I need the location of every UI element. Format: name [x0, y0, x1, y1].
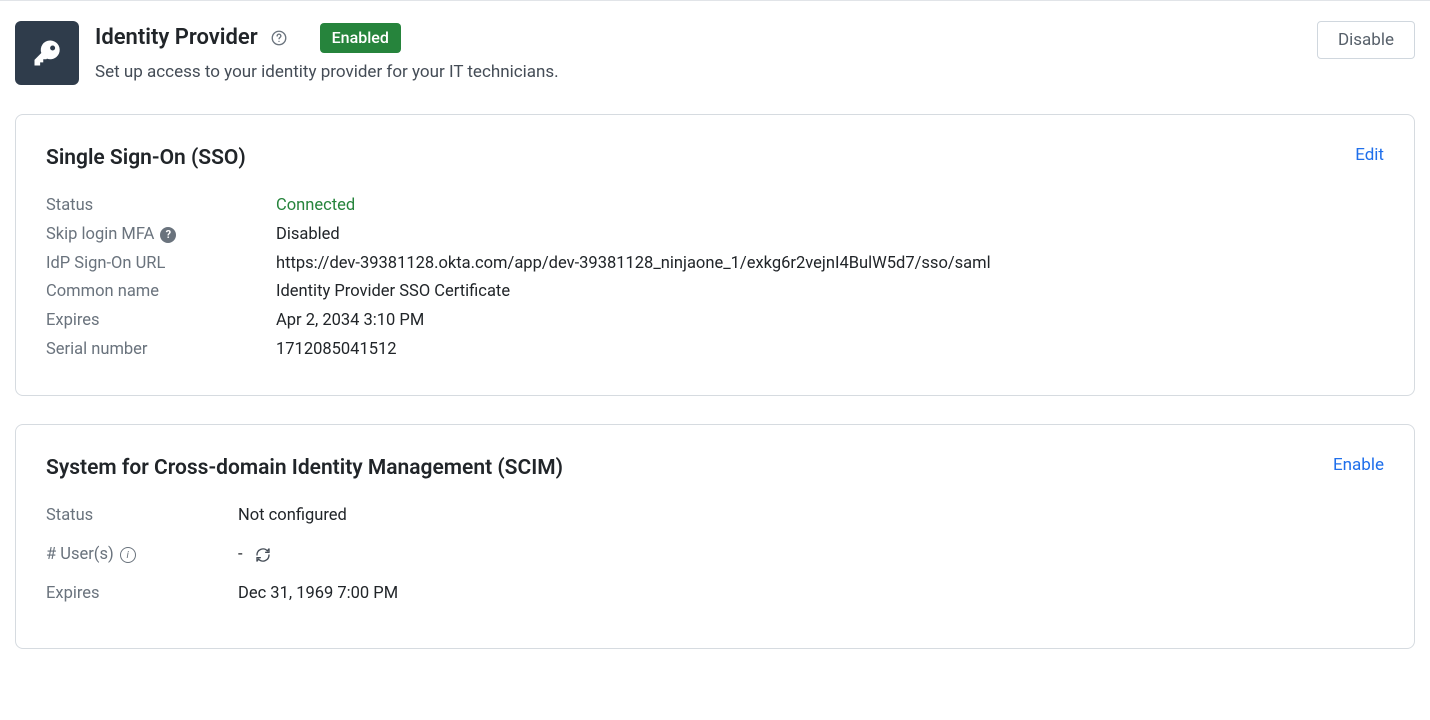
scim-expires-value: Dec 31, 1969 7:00 PM	[238, 582, 398, 607]
sso-expires-value: Apr 2, 2034 3:10 PM	[276, 309, 424, 334]
enable-link[interactable]: Enable	[1333, 453, 1384, 479]
sso-skipmfa-label: Skip login MFA ?	[46, 223, 276, 248]
scim-users-label: # User(s) i	[46, 543, 238, 568]
disable-button[interactable]: Disable	[1317, 21, 1415, 59]
refresh-icon[interactable]	[255, 547, 271, 563]
sso-cn-value: Identity Provider SSO Certificate	[276, 280, 510, 305]
scim-status-label: Status	[46, 504, 238, 529]
help-icon[interactable]	[270, 29, 288, 47]
scim-card: System for Cross-domain Identity Managem…	[15, 424, 1415, 650]
sso-url-value: https://dev-39381128.okta.com/app/dev-39…	[276, 252, 991, 277]
sso-url-label: IdP Sign-On URL	[46, 252, 276, 277]
scim-status-value: Not configured	[238, 504, 347, 529]
sso-serial-label: Serial number	[46, 338, 276, 363]
sso-expires-label: Expires	[46, 309, 276, 334]
scim-title: System for Cross-domain Identity Managem…	[46, 453, 563, 485]
sso-skipmfa-value: Disabled	[276, 223, 340, 248]
page-header: Identity Provider Enabled Set up access …	[15, 21, 1415, 86]
scim-expires-label: Expires	[46, 582, 238, 607]
question-icon[interactable]: ?	[160, 227, 176, 243]
edit-link[interactable]: Edit	[1355, 143, 1384, 169]
sso-status-label: Status	[46, 194, 276, 219]
sso-serial-value: 1712085041512	[276, 338, 397, 363]
sso-title: Single Sign-On (SSO)	[46, 143, 246, 175]
scim-users-value: -	[238, 543, 271, 568]
key-icon	[15, 21, 79, 85]
sso-card: Single Sign-On (SSO) Edit Status Connect…	[15, 114, 1415, 396]
sso-cn-label: Common name	[46, 280, 276, 305]
info-icon[interactable]: i	[120, 547, 136, 563]
page-title: Identity Provider	[95, 21, 258, 54]
page-subtitle: Set up access to your identity provider …	[95, 60, 1301, 86]
sso-status-value: Connected	[276, 194, 355, 219]
status-badge: Enabled	[320, 23, 401, 53]
